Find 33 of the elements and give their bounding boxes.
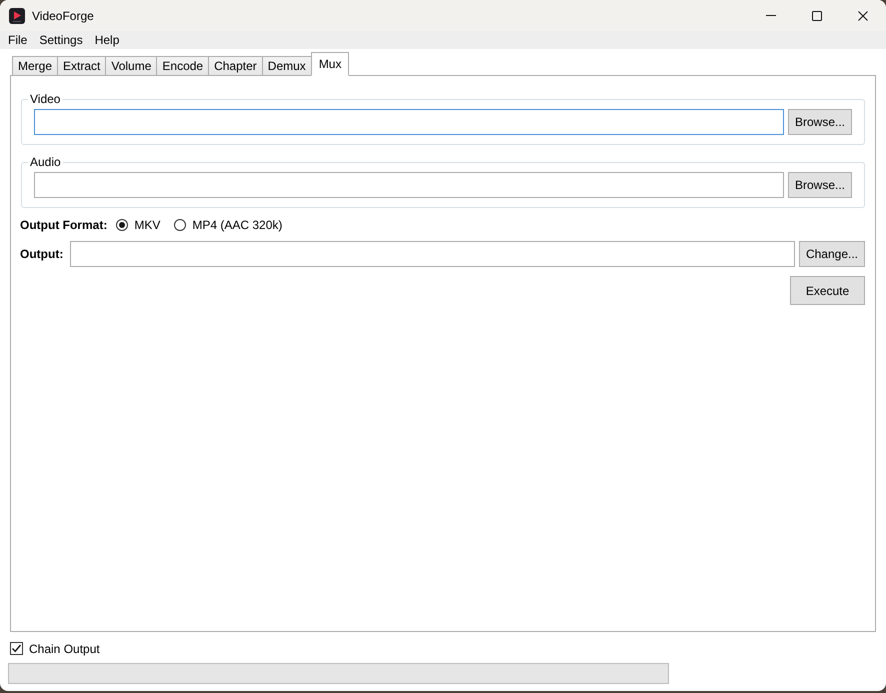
app-logo-icon [9, 8, 25, 24]
checkmark-icon [11, 643, 22, 654]
minimize-icon [766, 15, 776, 16]
browse-button[interactable]: Browse... [788, 172, 852, 198]
file-path-field[interactable] [34, 109, 784, 135]
tab[interactable]: Demux [262, 56, 312, 76]
radio-option[interactable]: MKV [116, 216, 160, 234]
group-label: Video [29, 92, 62, 106]
menu-item[interactable]: File [2, 31, 34, 49]
tab[interactable]: Chapter [208, 56, 263, 76]
tab[interactable]: Extract [57, 56, 106, 76]
output-format-label: Output Format: [20, 217, 108, 234]
tab[interactable]: Mux [310, 52, 350, 76]
radio-option[interactable]: MP4 (AAC 320k) [174, 216, 282, 234]
maximize-icon [812, 10, 822, 20]
radio-button[interactable] [174, 219, 186, 231]
radio-button[interactable] [116, 219, 128, 231]
tab[interactable]: Encode [156, 56, 210, 76]
change-button[interactable]: Change... [799, 241, 865, 267]
browse-button[interactable]: Browse... [788, 109, 852, 135]
close-icon [858, 10, 868, 20]
checkbox[interactable] [10, 642, 23, 655]
output-path-field[interactable] [70, 241, 795, 267]
tab[interactable]: Volume [105, 56, 158, 76]
tab[interactable]: Merge [12, 56, 58, 76]
chain-output-checkbox-row[interactable]: Chain Output [10, 642, 100, 655]
window-title: VideoForge [32, 8, 94, 24]
group-label: Audio [29, 155, 62, 169]
menu-item[interactable]: Settings [33, 31, 89, 49]
output-label: Output: [20, 246, 64, 263]
menu-item[interactable]: Help [88, 31, 126, 49]
file-path-field[interactable] [34, 172, 784, 198]
execute-button[interactable]: Execute [790, 276, 865, 305]
